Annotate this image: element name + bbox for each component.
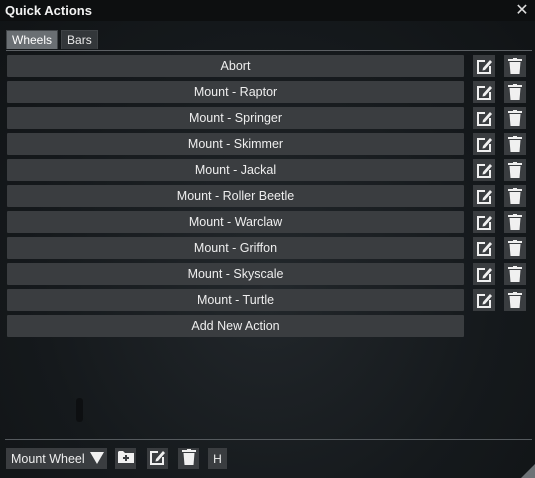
tab-bars[interactable]: Bars [61, 30, 98, 49]
action-button[interactable]: Mount - Griffon [7, 237, 464, 259]
background-figure [76, 398, 83, 422]
action-button[interactable]: Mount - Turtle [7, 289, 464, 311]
delete-action-button[interactable] [504, 107, 526, 129]
trash-icon [508, 58, 522, 74]
delete-action-button[interactable] [504, 133, 526, 155]
edit-action-button[interactable] [473, 211, 495, 233]
trash-icon [508, 240, 522, 256]
action-button[interactable]: Mount - Skimmer [7, 133, 464, 155]
delete-action-button[interactable] [504, 263, 526, 285]
edit-icon [149, 449, 166, 469]
edit-icon [476, 214, 493, 231]
delete-action-button[interactable] [504, 81, 526, 103]
wheel-select-value: Mount Wheel [11, 451, 85, 466]
delete-action-button[interactable] [504, 237, 526, 259]
edit-icon [476, 188, 493, 205]
action-button[interactable]: Mount - Jackal [7, 159, 464, 181]
footer-divider [5, 439, 532, 440]
trash-icon [508, 266, 522, 282]
delete-wheel-button[interactable] [178, 448, 199, 469]
trash-icon [508, 162, 522, 178]
edit-action-button[interactable] [473, 237, 495, 259]
add-wheel-button[interactable] [115, 448, 136, 469]
wheel-select[interactable]: Mount Wheel [6, 448, 107, 469]
edit-action-button[interactable] [473, 107, 495, 129]
trash-icon [508, 110, 522, 126]
h-button[interactable]: H [208, 448, 227, 469]
action-button[interactable]: Mount - Warclaw [7, 211, 464, 233]
trash-icon [508, 84, 522, 100]
trash-icon [508, 292, 522, 308]
action-button[interactable]: Mount - Skyscale [7, 263, 464, 285]
trash-icon [508, 136, 522, 152]
add-new-action-button[interactable]: Add New Action [7, 315, 464, 337]
close-icon[interactable]: ✕ [513, 1, 531, 19]
edit-icon [476, 110, 493, 127]
edit-action-button[interactable] [473, 81, 495, 103]
add-folder-icon [117, 450, 134, 467]
delete-action-button[interactable] [504, 289, 526, 311]
delete-action-button[interactable] [504, 159, 526, 181]
tab-wheels[interactable]: Wheels [6, 30, 59, 49]
delete-action-button[interactable] [504, 211, 526, 233]
triangle-down-icon [90, 452, 104, 467]
window-title: Quick Actions [5, 3, 92, 18]
edit-action-button[interactable] [473, 133, 495, 155]
tab-bar: Wheels Bars [6, 30, 98, 49]
edit-wheel-button[interactable] [147, 448, 168, 469]
edit-icon [476, 84, 493, 101]
edit-icon [476, 292, 493, 309]
trash-icon [508, 188, 522, 204]
edit-icon [476, 240, 493, 257]
edit-icon [476, 266, 493, 283]
trash-icon [508, 214, 522, 230]
edit-action-button[interactable] [473, 159, 495, 181]
delete-action-button[interactable] [504, 185, 526, 207]
tab-divider [6, 50, 532, 51]
edit-action-button[interactable] [473, 55, 495, 77]
edit-action-button[interactable] [473, 185, 495, 207]
action-button[interactable]: Abort [7, 55, 464, 77]
delete-action-button[interactable] [504, 55, 526, 77]
resize-handle[interactable] [521, 464, 535, 478]
edit-icon [476, 162, 493, 179]
action-button[interactable]: Mount - Springer [7, 107, 464, 129]
edit-action-button[interactable] [473, 263, 495, 285]
action-button[interactable]: Mount - Raptor [7, 81, 464, 103]
edit-icon [476, 58, 493, 75]
edit-icon [476, 136, 493, 153]
action-button[interactable]: Mount - Roller Beetle [7, 185, 464, 207]
trash-icon [181, 449, 196, 468]
title-bar: Quick Actions ✕ [0, 0, 535, 21]
edit-action-button[interactable] [473, 289, 495, 311]
